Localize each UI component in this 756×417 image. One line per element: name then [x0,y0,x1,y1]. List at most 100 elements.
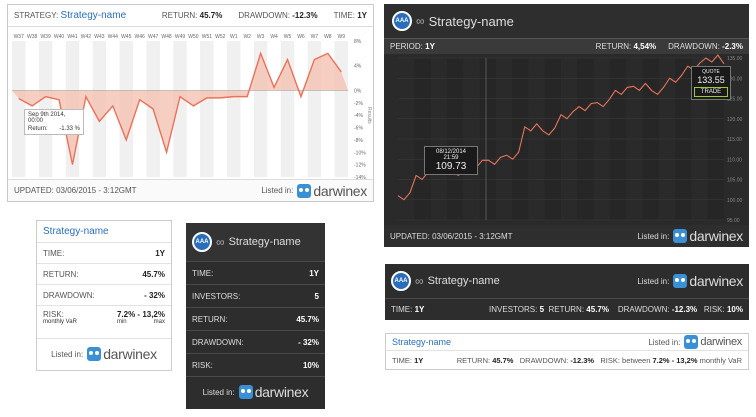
tooltip-date: 08/12/2014 21:59 [435,149,467,161]
brand-text: darwinex [103,346,157,362]
y-tick-label: 105.00 [727,178,743,184]
week-label: W45 [121,34,132,40]
investors-value: 5 [539,305,545,314]
drawdown-value: -12.3% [671,305,698,314]
week-label: W41 [67,34,78,40]
return-label: RETURN: [161,11,198,20]
strategy-name[interactable]: Strategy-name [429,14,514,29]
risk-label: RISK: [43,310,64,319]
avatar: AAA [192,232,212,252]
week-label: W52 [215,34,226,40]
week-label: W44 [108,34,119,40]
listed-in-label: Listed in: [202,387,235,397]
stat-value: - 32% [298,337,319,347]
time-value: 1Y [414,305,425,314]
return-value: 45.7% [492,355,514,365]
brand-text: darwinex [254,384,309,400]
week-label: W39 [40,34,51,40]
risk-value: 7.2% - 13,2% [652,355,698,365]
darwinex-logo[interactable]: darwinex [297,183,367,199]
drawdown-label: DRAWDOWN: [519,355,569,365]
risk-label: RISK: [703,305,725,314]
y-tick-label: -12% [354,163,366,169]
week-label: W38 [27,34,38,40]
strategy-name-link[interactable]: Strategy-name [61,10,127,21]
time-value: 1Y [414,355,424,365]
y-tick-label: -10% [354,150,366,156]
darwinex-logo[interactable]: darwinex [684,335,742,349]
updated-text: UPDATED: 03/06/2015 - 3:12GMT [390,231,513,241]
drawdown-value: - 32% [144,290,165,300]
risk-row: RISK: monthly VaR 7.2% - 13,2% min max [37,306,171,339]
return-value: 45.7% [199,11,223,20]
stat-label: RISK: [192,360,213,370]
dark-vertical-widget: AAA ∞ Strategy-name TIME: 1Y INVESTORS: 5 … [186,223,325,409]
week-label: W37 [14,34,25,40]
risk-label: RISK: [600,355,620,365]
strategy-name[interactable]: Strategy-name [428,275,500,287]
chart-footer: UPDATED: 03/06/2015 - 3:12GMT Listed in:… [8,179,373,201]
y-tick-label: 110.00 [727,157,742,163]
investors-label: INVESTORS: [489,305,538,314]
strategy-name[interactable]: Strategy-name [229,236,301,248]
stat-value: 45.7% [296,314,319,324]
infinity-icon: ∞ [216,235,225,249]
time-label: TIME: [391,305,413,314]
stat-label: RETURN: [192,314,228,324]
y-tick-label: -2% [354,101,363,107]
return-label: RETURN: [595,42,632,51]
stat-label: TIME: [192,268,214,278]
owl-icon [673,274,688,288]
strategy-label: STRATEGY: [14,11,59,20]
return-label: RETURN: [456,355,491,365]
week-label: W7 [311,34,319,40]
week-label: W40 [54,34,65,40]
owl-icon [238,385,253,399]
dark-chart-header: AAA ∞ Strategy-name [384,4,749,38]
quote-box: QUOTE 133.55 TRADE [691,66,731,100]
tooltip-value: 109.73 [435,161,467,172]
strategy-name-link[interactable]: Strategy-name [392,337,451,347]
y-tick-label: 4% [354,64,362,70]
avatar: AAA [391,271,411,291]
week-label: W3 [257,34,265,40]
infinity-icon: ∞ [416,14,425,28]
y-tick-label: -6% [354,126,363,132]
listed-in-label: Listed in: [637,231,670,241]
chart-header: STRATEGY: Strategy-name RETURN: 45.7% DR… [8,5,373,27]
strategy-name-link[interactable]: Strategy-name [43,226,109,237]
stat-row: RETURN: 45.7% [186,307,325,330]
week-label: W42 [81,34,92,40]
y-tick-label: 115.00 [727,137,742,143]
tooltip-label: Return: [28,126,48,132]
stat-label: INVESTORS: [192,291,241,301]
listed-in-label: Listed in: [261,186,294,195]
trade-button[interactable]: TRADE [694,87,728,97]
y-tick-label: 95.00 [727,218,740,224]
quote-value: 133.55 [697,75,725,85]
period-bar: PERIOD: 1Y RETURN: 4,54% DRAWDOWN: -2.3% [384,38,749,54]
y-axis-title: Results [366,107,372,124]
risk-min: min [116,319,127,325]
darwinex-logo[interactable]: darwinex [673,228,743,244]
time-value: 1Y [155,248,165,258]
time-label: TIME: [392,355,412,365]
week-band [227,41,241,177]
y-tick-label: 100.00 [727,198,743,204]
owl-icon [673,229,688,243]
week-label: W48 [161,34,172,40]
brand-text: darwinex [689,228,743,244]
drawdown-label: DRAWDOWN: [43,290,95,300]
dark-horizontal-widget: AAA ∞ Strategy-name Listed in: darwinex … [385,264,749,320]
return-area-chart[interactable]: W37 W38 W39 W40 W41 W42 W43 W44 W45 W46 W47 W48 W49 W… [8,27,375,179]
y-tick-label: -8% [354,138,363,144]
brand-text: darwinex [689,273,743,289]
darwinex-logo[interactable]: darwinex [87,346,157,362]
stat-label: DRAWDOWN: [192,337,244,347]
tooltip-date: Sep 9th 2014, 00:00 [28,112,66,124]
y-tick-label: 8% [354,39,362,45]
drawdown-value: -2.3% [722,42,743,51]
darwinex-logo[interactable]: darwinex [673,273,743,289]
week-label: W43 [94,34,105,40]
darwinex-logo[interactable]: darwinex [238,384,309,400]
